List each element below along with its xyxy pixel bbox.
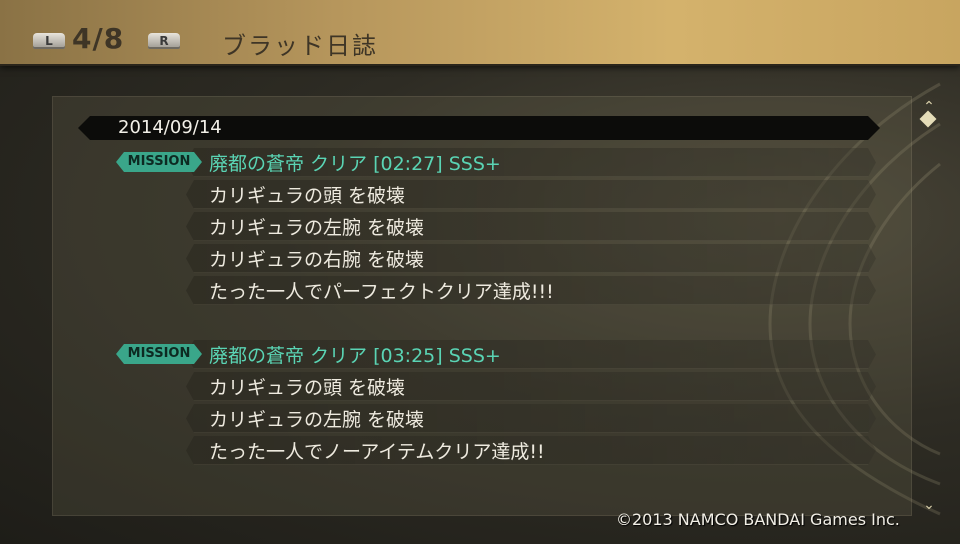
scroll-down-icon[interactable]: ⌄ bbox=[919, 498, 939, 512]
page-indicator: 4/8 bbox=[72, 22, 125, 55]
log-detail: カリギュラの頭 を破壊 bbox=[209, 377, 406, 399]
l-shoulder-button-icon[interactable]: L bbox=[33, 33, 65, 49]
log-detail: たった一人でパーフェクトクリア達成!!! bbox=[209, 281, 554, 303]
log-detail: カリギュラの左腕 を破壊 bbox=[209, 409, 425, 431]
log-detail: たった一人でノーアイテムクリア達成!! bbox=[209, 441, 545, 463]
page-title: ブラッド日誌 bbox=[222, 32, 378, 60]
mission-title: 廃都の蒼帝 クリア [02:27] SSS+ bbox=[209, 153, 501, 175]
r-shoulder-button-icon[interactable]: R bbox=[148, 33, 180, 49]
mission-title: 廃都の蒼帝 クリア [03:25] SSS+ bbox=[209, 345, 501, 367]
copyright-notice: ©2013 NAMCO BANDAI Games Inc. bbox=[616, 510, 900, 529]
mission-tag: MISSION bbox=[116, 152, 202, 172]
log-detail: カリギュラの頭 を破壊 bbox=[209, 185, 406, 207]
mission-tag: MISSION bbox=[116, 344, 202, 364]
log-detail: カリギュラの左腕 を破壊 bbox=[209, 217, 425, 239]
header-bar: L 4/8 R ブラッド日誌 bbox=[0, 0, 960, 66]
log-detail: カリギュラの右腕 を破壊 bbox=[209, 249, 425, 271]
log-date: 2014/09/14 bbox=[118, 117, 222, 138]
